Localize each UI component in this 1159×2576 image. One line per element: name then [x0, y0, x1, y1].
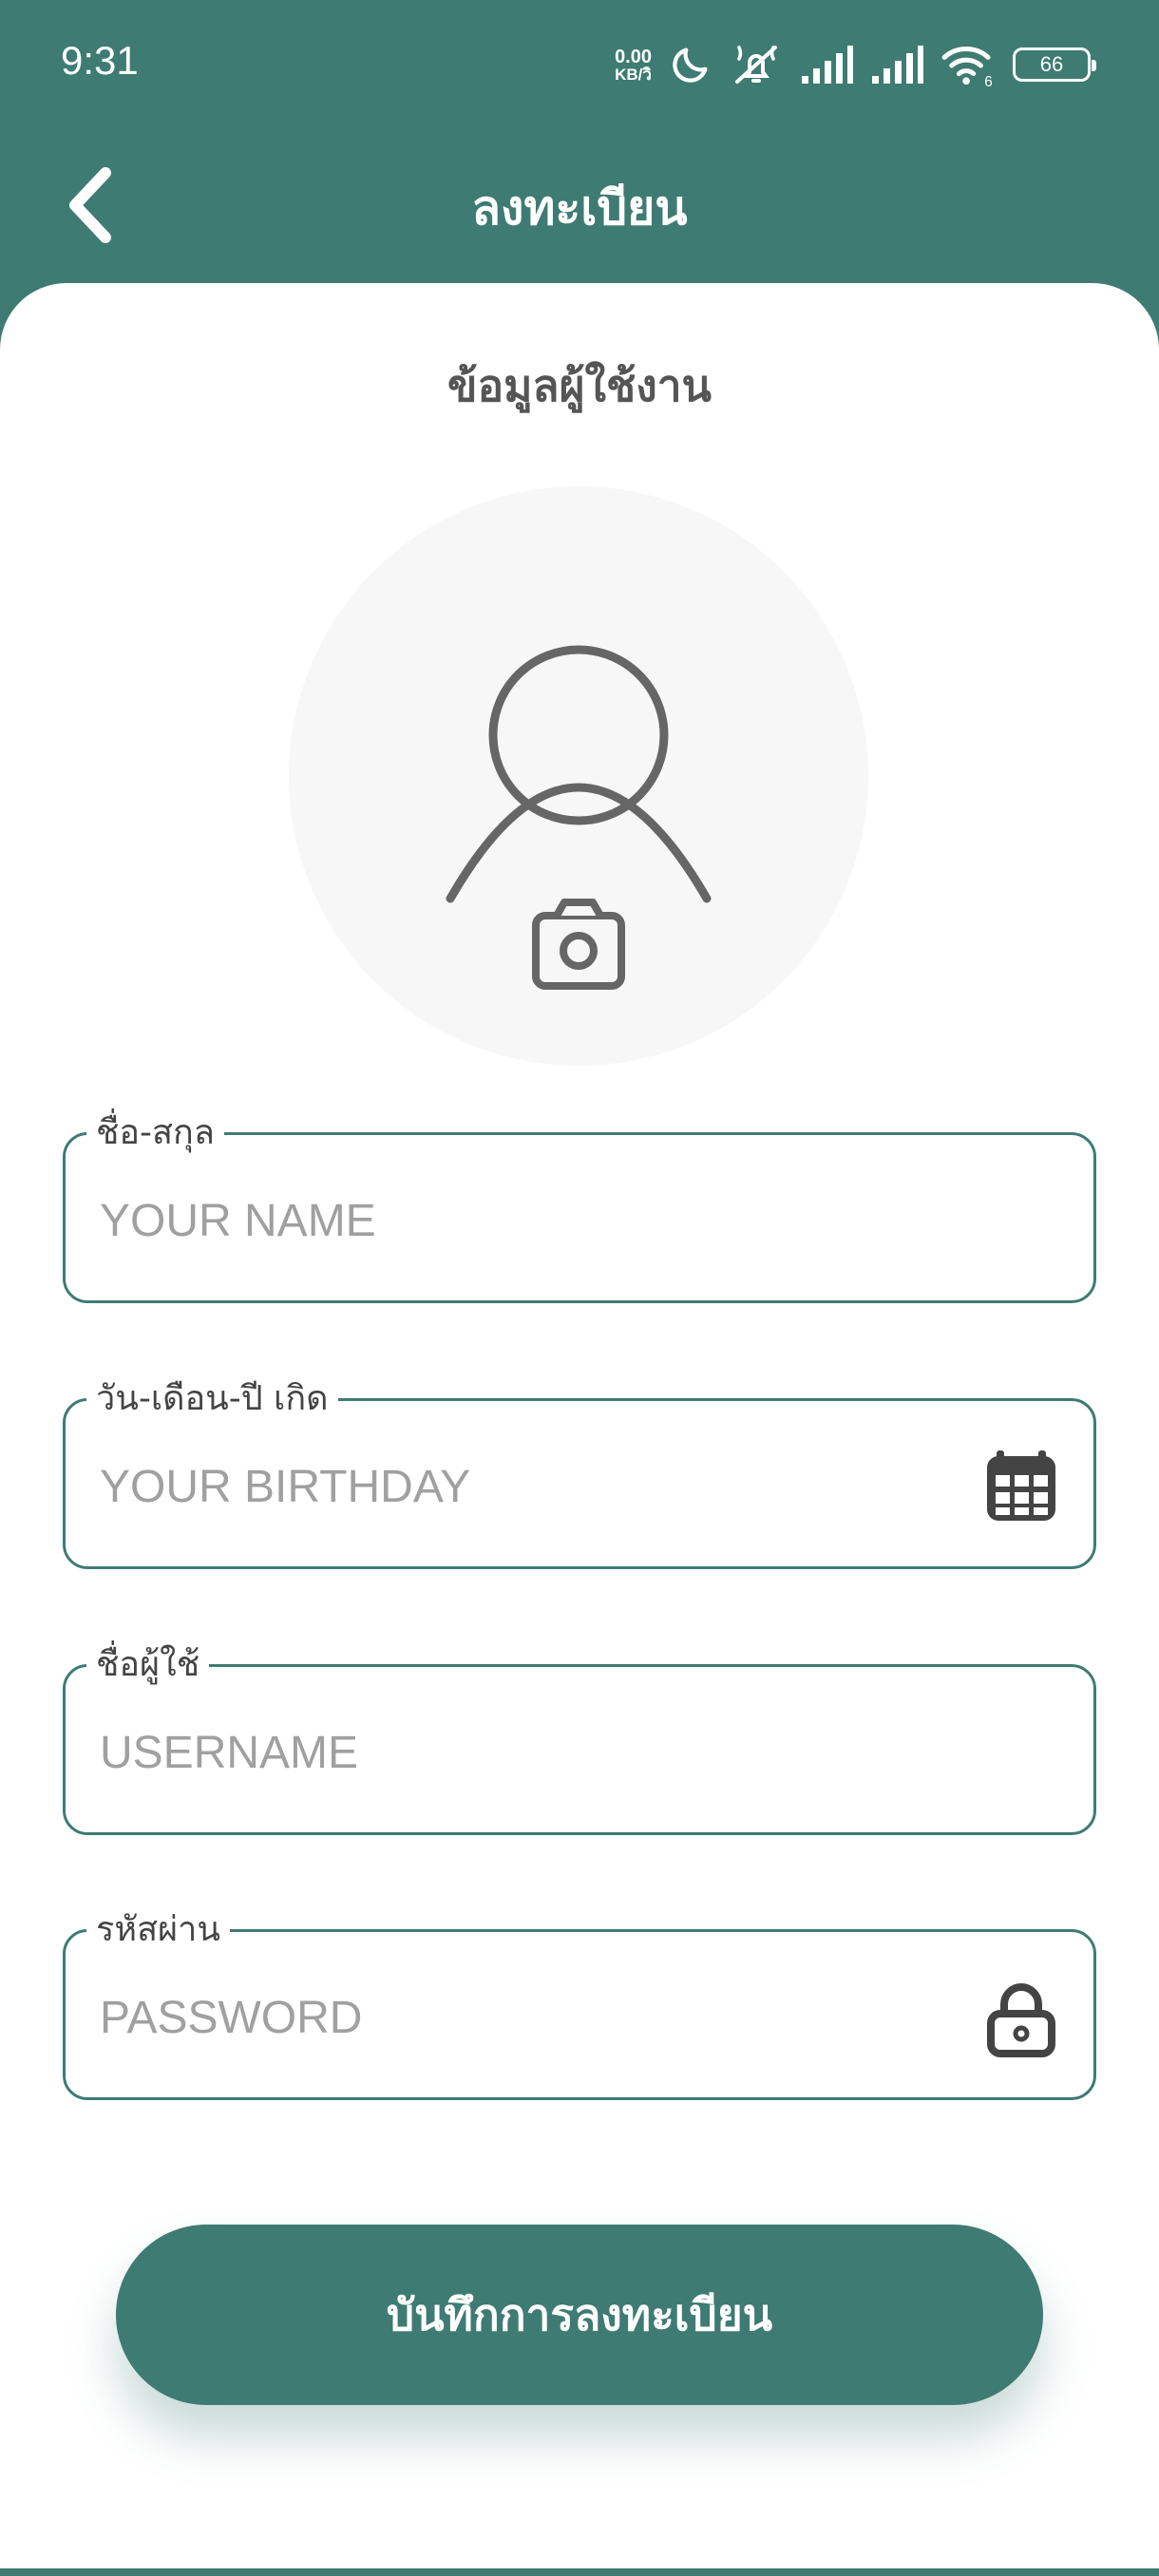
- signal-icon: [872, 46, 923, 84]
- username-label: ชื่อผู้ใช้: [86, 1642, 210, 1688]
- net-speed-value: 0.00: [615, 46, 652, 67]
- registration-card: ข้อมูลผู้ใช้งาน ชื่อ-สกุล วัน-เดือน-ปี เ…: [0, 283, 1159, 2576]
- section-title: ข้อมูลผู้ใช้งาน: [447, 360, 712, 411]
- wifi-icon: 6: [941, 47, 993, 86]
- name-label: ชื่อ-สกุล: [86, 1110, 224, 1156]
- battery-level: 66: [1039, 52, 1064, 76]
- password-input[interactable]: [100, 1981, 936, 2054]
- username-field: ชื่อผู้ใช้: [63, 1642, 1096, 1835]
- password-label: รหัสผ่าน: [86, 1907, 230, 1953]
- name-input[interactable]: [100, 1184, 936, 1257]
- username-input[interactable]: [100, 1716, 936, 1789]
- calendar-icon[interactable]: [981, 1447, 1061, 1526]
- net-speed: 0.00 KB/วิ: [615, 47, 652, 83]
- birthday-field: วัน-เดือน-ปี เกิด: [63, 1376, 1096, 1569]
- page-title: ลงทะเบียน: [471, 180, 688, 236]
- birthday-input[interactable]: [100, 1450, 936, 1523]
- submit-registration-button[interactable]: บันทึกการลงทะเบียน: [116, 2225, 1043, 2405]
- battery-icon: 66: [1013, 47, 1096, 82]
- name-field: ชื่อ-สกุล: [63, 1110, 1096, 1303]
- bell-off-icon: [735, 46, 777, 84]
- signal-icon: [802, 46, 853, 84]
- status-time: 9:31: [61, 38, 139, 83]
- avatar-upload[interactable]: [289, 486, 868, 1066]
- birthday-label: วัน-เดือน-ปี เกิด: [86, 1376, 338, 1422]
- moon-icon: [673, 47, 708, 83]
- status-icons: 0.00 KB/วิ 6 66: [615, 38, 1096, 91]
- camera-icon: [532, 899, 625, 990]
- wifi-badge: 6: [984, 74, 993, 86]
- status-bar: 9:31 0.00 KB/วิ 6 66: [0, 0, 1159, 133]
- app-header: ลงทะเบียน: [0, 133, 1159, 285]
- bottom-divider: [0, 2568, 1159, 2576]
- password-field: รหัสผ่าน: [63, 1907, 1096, 2100]
- net-speed-unit: KB/วิ: [615, 65, 652, 84]
- user-icon: [446, 645, 712, 903]
- lock-icon[interactable]: [981, 1978, 1061, 2057]
